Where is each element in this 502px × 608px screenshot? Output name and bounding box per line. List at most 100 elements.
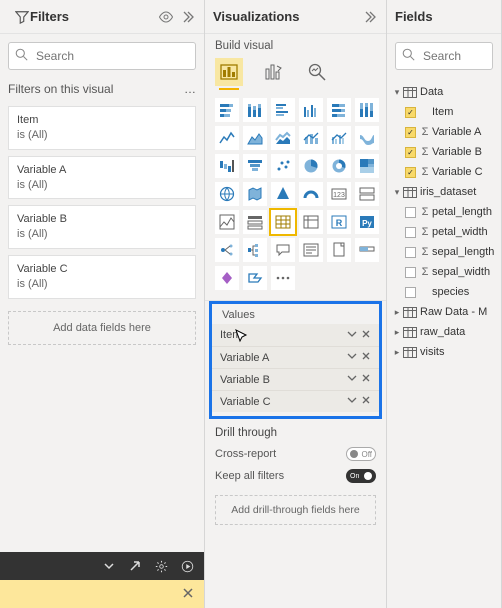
chevron-down-icon[interactable]	[347, 329, 357, 342]
remove-icon[interactable]	[361, 329, 371, 342]
field-table-row[interactable]: ▸visits	[391, 342, 497, 362]
value-field-row[interactable]: Variable A	[212, 346, 379, 368]
viz-scatter-icon[interactable]	[271, 154, 295, 178]
value-field-row[interactable]: Variable B	[212, 368, 379, 390]
viz-clustered-bar-icon[interactable]	[271, 98, 295, 122]
filter-card[interactable]: Variable Cis (All)	[8, 255, 196, 299]
play-icon[interactable]	[180, 559, 194, 573]
viz-donut-icon[interactable]	[327, 154, 351, 178]
chevron-right-icon[interactable]: ▸	[391, 307, 403, 318]
viz-line-stacked-column-icon[interactable]	[299, 126, 323, 150]
field-table-row[interactable]: ▸Raw Data - M	[391, 302, 497, 322]
chevron-down-icon[interactable]: ▾	[391, 187, 403, 198]
field-column-row[interactable]: Σpetal_width	[391, 222, 497, 242]
viz-python-icon[interactable]: Py	[355, 210, 379, 234]
chevron-down-icon[interactable]	[347, 351, 357, 364]
viz-decomposition-icon[interactable]	[243, 238, 267, 262]
viz-100-column-icon[interactable]	[355, 98, 379, 122]
value-field-row[interactable]: Item	[212, 324, 379, 346]
field-column-row[interactable]: Σsepal_width	[391, 262, 497, 282]
viz-line-clustered-column-icon[interactable]	[327, 126, 351, 150]
tab-format[interactable]	[259, 58, 287, 86]
value-field-row[interactable]: Variable C	[212, 390, 379, 412]
viz-goals-icon[interactable]	[355, 238, 379, 262]
checkbox[interactable]	[405, 207, 416, 218]
filter-card[interactable]: Itemis (All)	[8, 106, 196, 150]
viz-paginated-icon[interactable]	[327, 238, 351, 262]
field-table-row[interactable]: ▸raw_data	[391, 322, 497, 342]
viz-key-influencers-icon[interactable]	[215, 238, 239, 262]
checkbox[interactable]	[405, 287, 416, 298]
field-column-row[interactable]: species	[391, 282, 497, 302]
viz-powerapps-icon[interactable]	[215, 266, 239, 290]
viz-100-bar-icon[interactable]	[327, 98, 351, 122]
chevron-down-icon[interactable]: ▾	[391, 87, 403, 98]
eye-icon[interactable]	[158, 9, 174, 25]
viz-card-icon[interactable]: 123	[327, 182, 351, 206]
viz-filled-map-icon[interactable]	[243, 182, 267, 206]
viz-ribbon-icon[interactable]	[355, 126, 379, 150]
viz-treemap-icon[interactable]	[355, 154, 379, 178]
viz-stacked-area-icon[interactable]	[271, 126, 295, 150]
field-column-row[interactable]: ✓ΣVariable C	[391, 162, 497, 182]
filters-search[interactable]	[8, 42, 196, 70]
viz-map-icon[interactable]	[215, 182, 239, 206]
field-column-row[interactable]: ✓ΣVariable A	[391, 122, 497, 142]
viz-r-icon[interactable]: R	[327, 210, 351, 234]
chevron-right-icon[interactable]: ▸	[391, 327, 403, 338]
keep-filters-toggle[interactable]: On	[346, 469, 376, 483]
viz-slicer-icon[interactable]	[243, 210, 267, 234]
cross-report-toggle[interactable]: Off	[346, 447, 376, 461]
viz-more-icon[interactable]	[271, 266, 295, 290]
field-column-row[interactable]: ✓Item	[391, 102, 497, 122]
tab-analytics[interactable]	[303, 58, 331, 86]
chevron-right-icon[interactable]: ▸	[391, 347, 403, 358]
checkbox[interactable]: ✓	[405, 127, 416, 138]
chevron-down-icon[interactable]	[347, 373, 357, 386]
fields-search[interactable]	[395, 42, 493, 70]
collapse-icon[interactable]	[362, 9, 378, 25]
checkbox[interactable]: ✓	[405, 167, 416, 178]
viz-azure-map-icon[interactable]	[271, 182, 295, 206]
arrow-icon[interactable]	[128, 559, 142, 573]
add-drill-fields[interactable]: Add drill-through fields here	[215, 495, 376, 525]
tab-build-visual[interactable]	[215, 58, 243, 86]
checkbox[interactable]: ✓	[405, 147, 416, 158]
viz-clustered-column-icon[interactable]	[299, 98, 323, 122]
viz-narrative-icon[interactable]	[299, 238, 323, 262]
field-table-row[interactable]: ▾Data	[391, 82, 497, 102]
field-column-row[interactable]: Σpetal_length	[391, 202, 497, 222]
checkbox[interactable]: ✓	[405, 107, 416, 118]
field-table-row[interactable]: ▾iris_dataset	[391, 182, 497, 202]
viz-multirow-card-icon[interactable]	[355, 182, 379, 206]
checkbox[interactable]	[405, 247, 416, 258]
field-column-row[interactable]: Σsepal_length	[391, 242, 497, 262]
more-icon[interactable]: …	[184, 82, 196, 96]
field-column-row[interactable]: ✓ΣVariable B	[391, 142, 497, 162]
remove-icon[interactable]	[361, 395, 371, 408]
filters-add-fields[interactable]: Add data fields here	[8, 311, 196, 345]
viz-area-icon[interactable]	[243, 126, 267, 150]
chevron-down-icon[interactable]	[347, 395, 357, 408]
close-icon[interactable]	[182, 587, 194, 602]
filter-card[interactable]: Variable Ais (All)	[8, 156, 196, 200]
viz-stacked-column-icon[interactable]	[243, 98, 267, 122]
checkbox[interactable]	[405, 227, 416, 238]
checkbox[interactable]	[405, 267, 416, 278]
viz-automate-icon[interactable]	[243, 266, 267, 290]
remove-icon[interactable]	[361, 373, 371, 386]
viz-kpi-icon[interactable]	[215, 210, 239, 234]
gear-icon[interactable]	[154, 559, 168, 573]
viz-gauge-icon[interactable]	[299, 182, 323, 206]
viz-line-icon[interactable]	[215, 126, 239, 150]
remove-icon[interactable]	[361, 351, 371, 364]
filter-card[interactable]: Variable Bis (All)	[8, 205, 196, 249]
viz-pie-icon[interactable]	[299, 154, 323, 178]
viz-qa-icon[interactable]	[271, 238, 295, 262]
viz-table-icon[interactable]	[271, 210, 295, 234]
filters-search-input[interactable]	[34, 48, 193, 64]
chevron-down-icon[interactable]	[102, 559, 116, 573]
viz-stacked-bar-icon[interactable]	[215, 98, 239, 122]
viz-waterfall-icon[interactable]	[215, 154, 239, 178]
fields-search-input[interactable]	[421, 48, 502, 64]
